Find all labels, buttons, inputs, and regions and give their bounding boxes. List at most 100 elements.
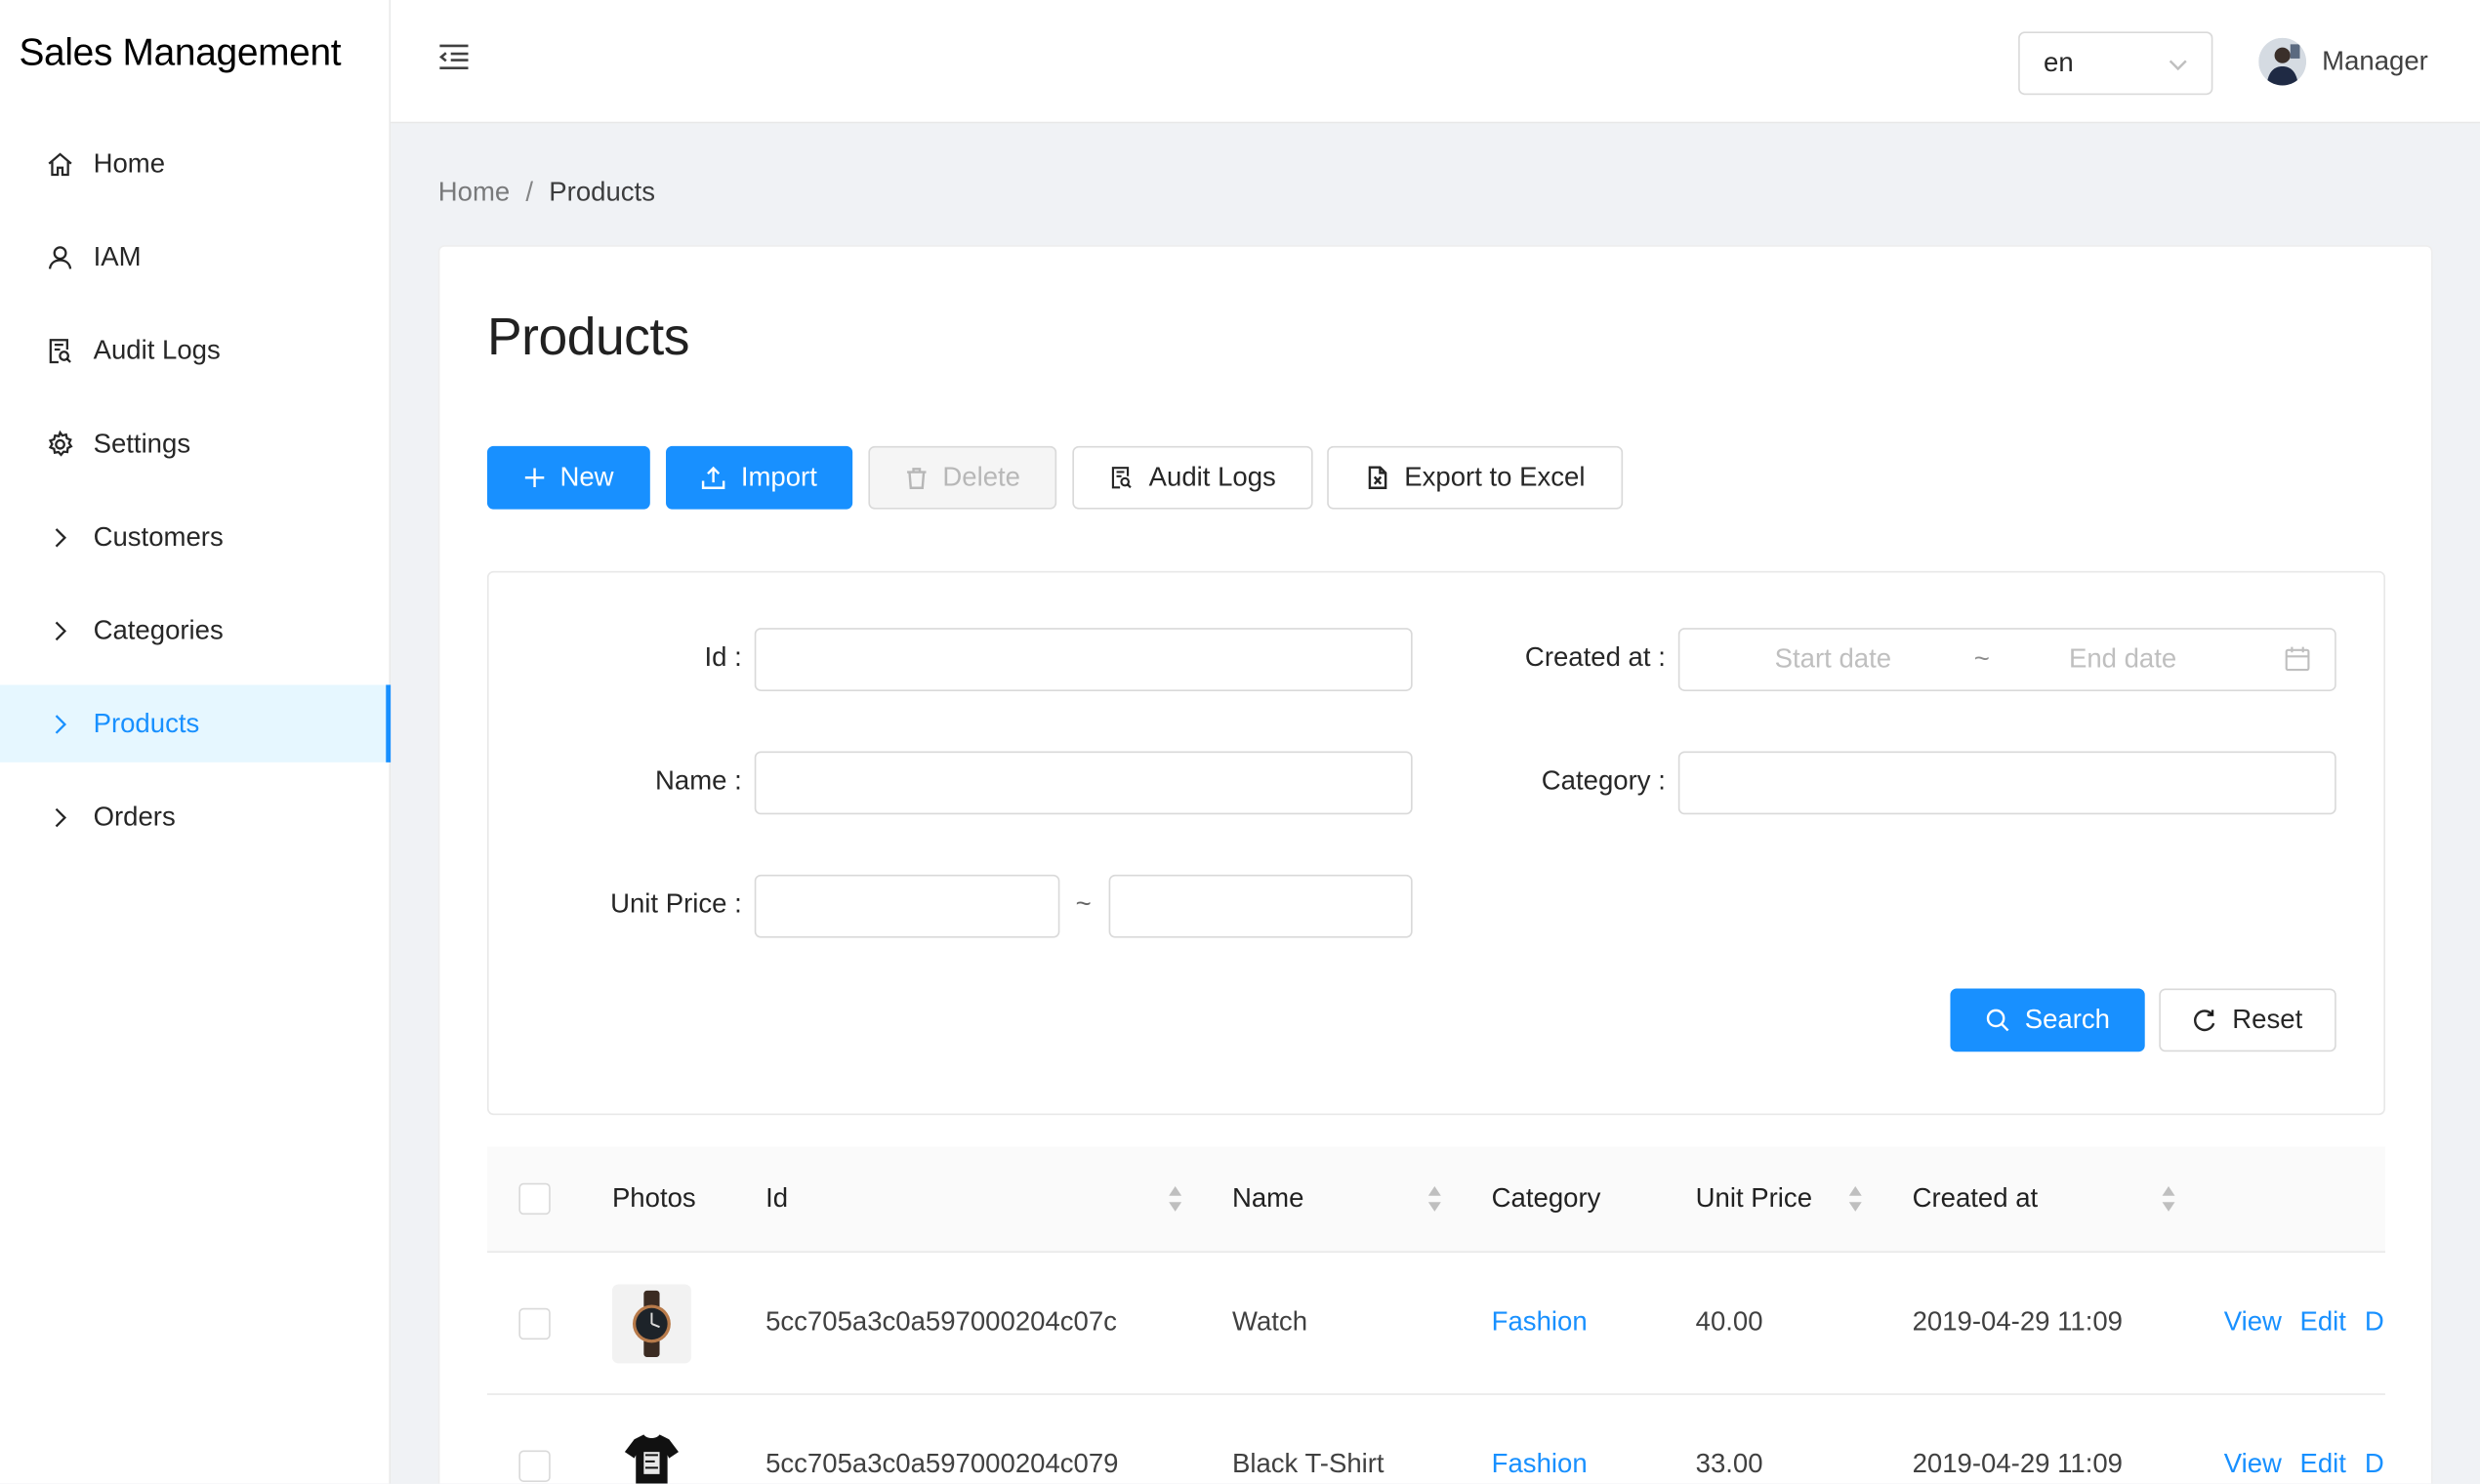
cell-category-link[interactable]: Fashion — [1492, 1449, 1588, 1480]
reset-button-label: Reset — [2232, 1004, 2303, 1035]
name-input[interactable] — [754, 751, 1413, 815]
unit-price-to-input[interactable] — [1108, 874, 1413, 938]
search-icon — [1985, 1008, 2010, 1033]
sidebar-menu: Home IAM Audit Logs Settings Customers C… — [0, 125, 392, 855]
reload-icon — [2193, 1008, 2218, 1033]
sidebar-item-customers[interactable]: Customers — [0, 498, 390, 575]
sidebar-item-label: IAM — [93, 241, 142, 271]
end-date-placeholder: End date — [2068, 643, 2177, 675]
category-input[interactable] — [1677, 751, 2336, 815]
sort-icon[interactable] — [1426, 1184, 1442, 1213]
unit-price-from-input[interactable] — [754, 874, 1060, 938]
reset-button[interactable]: Reset — [2159, 988, 2336, 1052]
sidebar-item-orders[interactable]: Orders — [0, 778, 390, 855]
edit-link[interactable]: Edit — [2299, 1449, 2345, 1480]
breadcrumb-current: Products — [549, 177, 655, 208]
sidebar-item-products[interactable]: Products — [0, 684, 392, 763]
sidebar-item-label: Audit Logs — [93, 334, 221, 365]
cell-category-link[interactable]: Fashion — [1492, 1306, 1588, 1338]
products-table: Photos Id Name Category Unit Price Creat… — [486, 1146, 2385, 1484]
edit-link[interactable]: Edit — [2299, 1306, 2345, 1338]
cell-id: 5cc705a3c0a597000204c07c — [765, 1306, 1117, 1337]
plus-icon — [523, 467, 546, 489]
sort-icon[interactable] — [1847, 1184, 1863, 1213]
sort-icon[interactable] — [2161, 1184, 2176, 1213]
content-card: Products New Import Delete Audit Logs Ex… — [437, 245, 2433, 1484]
id-input[interactable] — [754, 628, 1413, 691]
sidebar-item-audit-logs[interactable]: Audit Logs — [0, 311, 390, 389]
search-button-label: Search — [2024, 1004, 2110, 1035]
column-header-photos: Photos — [611, 1182, 696, 1214]
export-excel-button[interactable]: Export to Excel — [1327, 445, 1624, 510]
range-separator: ~ — [1075, 888, 1092, 920]
sidebar-item-settings[interactable]: Settings — [0, 405, 390, 482]
cell-unit-price: 33.00 — [1695, 1448, 1763, 1479]
sidebar-item-categories[interactable]: Categories — [0, 592, 390, 669]
chevron-right-icon — [44, 708, 75, 739]
created-at-label: Created at : — [1524, 641, 1666, 673]
breadcrumb-home[interactable]: Home — [438, 177, 510, 208]
sidebar: Sales Management Home IAM Audit Logs Set… — [0, 0, 392, 1484]
upload-icon — [701, 465, 726, 490]
cell-created-at: 2019-04-29 11:09 — [1912, 1306, 2123, 1337]
cell-name: Black T-Shirt — [1231, 1448, 1385, 1479]
start-date-placeholder: Start date — [1774, 643, 1892, 675]
row-checkbox[interactable] — [518, 1450, 551, 1482]
chevron-right-icon — [44, 614, 75, 645]
product-photo-watch[interactable] — [611, 1284, 691, 1364]
column-header-category: Category — [1491, 1182, 1601, 1214]
excel-file-icon — [1365, 465, 1390, 490]
new-button-label: New — [559, 462, 614, 492]
unit-price-label: Unit Price : — [610, 888, 742, 920]
file-search-icon — [44, 335, 75, 366]
cell-created-at: 2019-04-29 11:09 — [1912, 1448, 2123, 1479]
user-name: Manager — [2322, 45, 2428, 76]
delete-button-label: Delete — [942, 462, 1021, 492]
delete-link[interactable]: D — [2365, 1306, 2384, 1338]
menu-fold-icon[interactable] — [435, 38, 474, 76]
column-header-name[interactable]: Name — [1232, 1183, 1303, 1215]
file-search-icon — [1109, 465, 1135, 490]
sidebar-item-iam[interactable]: IAM — [0, 219, 390, 296]
sidebar-item-label: Orders — [93, 801, 176, 832]
cell-unit-price: 40.00 — [1695, 1306, 1763, 1337]
calendar-icon — [2284, 645, 2311, 680]
column-header-id[interactable]: Id — [765, 1183, 788, 1215]
delete-link[interactable]: D — [2365, 1449, 2384, 1480]
breadcrumb-separator: / — [525, 177, 534, 208]
import-button[interactable]: Import — [666, 445, 853, 510]
sidebar-item-label: Settings — [93, 428, 191, 458]
table-header: Photos Id Name Category Unit Price Creat… — [486, 1146, 2385, 1254]
sidebar-item-label: Home — [93, 147, 166, 179]
row-checkbox[interactable] — [518, 1307, 551, 1340]
view-link[interactable]: View — [2224, 1449, 2282, 1480]
language-select[interactable]: en — [2018, 31, 2213, 96]
audit-logs-button[interactable]: Audit Logs — [1072, 445, 1313, 510]
home-icon — [44, 147, 75, 179]
table-row: 5cc705a3c0a597000204c079 Black T-Shirt F… — [487, 1395, 2385, 1484]
created-at-range-picker[interactable]: Start date ~ End date — [1677, 628, 2336, 691]
audit-logs-button-label: Audit Logs — [1148, 462, 1276, 492]
column-header-unit-price[interactable]: Unit Price — [1696, 1183, 1812, 1215]
import-button-label: Import — [740, 462, 817, 492]
page-title: Products — [486, 307, 690, 366]
sidebar-item-label: Customers — [93, 520, 224, 552]
chevron-right-icon — [44, 802, 75, 833]
name-label: Name : — [654, 765, 742, 796]
sidebar-item-home[interactable]: Home — [0, 125, 390, 202]
app-title: Sales Management — [19, 31, 342, 75]
search-button[interactable]: Search — [1950, 988, 2145, 1052]
new-button[interactable]: New — [486, 445, 650, 510]
product-photo-black-t-shirt[interactable] — [611, 1426, 691, 1484]
select-all-checkbox[interactable] — [518, 1182, 551, 1216]
chevron-down-icon — [2167, 52, 2189, 83]
delete-button[interactable]: Delete — [868, 445, 1057, 510]
user-menu[interactable]: Manager — [2258, 37, 2428, 86]
breadcrumb: Home / Products — [438, 177, 655, 208]
column-header-created-at[interactable]: Created at — [1913, 1183, 2039, 1215]
id-label: Id : — [704, 641, 742, 673]
view-link[interactable]: View — [2224, 1306, 2282, 1338]
date-range-separator: ~ — [1973, 643, 1990, 675]
sort-icon[interactable] — [1168, 1184, 1183, 1213]
sidebar-item-label: Products — [93, 707, 200, 738]
